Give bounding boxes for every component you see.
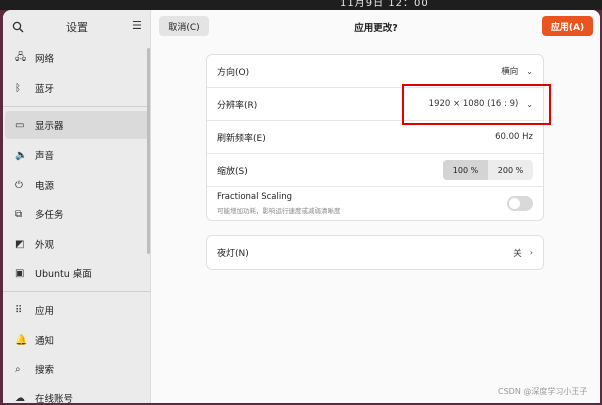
- power-icon: ⏻: [15, 179, 23, 191]
- sidebar-divider: [3, 291, 151, 292]
- scale-label: 缩放(S): [217, 166, 248, 177]
- sidebar-item-label: 外观: [35, 240, 55, 251]
- sidebar-item-ubuntu-desktop[interactable]: ▣ Ubuntu 桌面: [5, 259, 149, 287]
- network-icon: 🖧: [15, 51, 27, 63]
- refresh-rate-value: 60.00 Hz: [495, 132, 533, 142]
- fractional-scaling-title: Fractional Scaling: [217, 192, 292, 202]
- display-settings-card: 方向(O) 横向 ⌄ 分辨率(R) 1920 × 1080 (16 : 9) ⌄…: [206, 54, 544, 221]
- sidebar-item-label: 通知: [35, 336, 55, 347]
- sidebar-item-label: Ubuntu 桌面: [35, 269, 92, 280]
- fractional-scaling-row[interactable]: Fractional Scaling 可能增加功耗，影响运行速度或减弱清晰度: [207, 187, 543, 220]
- sidebar: 设置 ☰ 🖧 网络 ᛒ 蓝牙 ▭ 显示器 🔈 声音 ⏻ 电源 ⧉ 多任务 ◩ 外…: [3, 10, 151, 403]
- resolution-dropdown[interactable]: 1920 × 1080 (16 : 9) ⌄: [429, 99, 533, 109]
- night-light-status: 关 ›: [513, 247, 533, 259]
- sidebar-title: 设置: [66, 21, 88, 34]
- chevron-right-icon: ›: [529, 248, 533, 257]
- scale-200-button[interactable]: 200 %: [488, 160, 533, 180]
- sidebar-item-label: 多任务: [35, 210, 64, 221]
- sound-icon: 🔈: [15, 149, 28, 161]
- sidebar-item-label: 应用: [35, 306, 55, 317]
- sidebar-item-search[interactable]: ⌕ 搜索: [5, 355, 149, 383]
- scale-row: 缩放(S) 100 % 200 %: [207, 154, 543, 187]
- search-icon[interactable]: [12, 21, 24, 33]
- multitask-icon: ⧉: [15, 208, 23, 220]
- resolution-value: 1920 × 1080 (16 : 9): [428, 99, 519, 109]
- sidebar-item-sound[interactable]: 🔈 声音: [5, 141, 149, 169]
- fractional-scaling-text: Fractional Scaling 可能增加功耗，影响运行速度或减弱清晰度: [217, 192, 341, 215]
- chevron-down-icon: ⌄: [526, 66, 533, 76]
- scale-toggle-group: 100 % 200 %: [443, 160, 533, 180]
- sidebar-item-appearance[interactable]: ◩ 外观: [5, 230, 149, 258]
- sidebar-item-label: 网络: [35, 54, 55, 65]
- sidebar-item-apps[interactable]: ⠿ 应用: [5, 296, 149, 324]
- sidebar-header: 设置 ☰: [3, 10, 151, 44]
- night-light-card: 夜灯(N) 关 ›: [206, 235, 544, 270]
- sidebar-item-online-accounts[interactable]: ☁ 在线账号: [5, 384, 149, 404]
- sidebar-item-multitask[interactable]: ⧉ 多任务: [5, 200, 149, 228]
- page-title: 应用更改?: [354, 23, 398, 34]
- fractional-scaling-toggle[interactable]: [507, 196, 533, 211]
- clock[interactable]: 11月9日 12：00: [340, 0, 429, 9]
- search-icon: ⌕: [15, 363, 21, 375]
- sidebar-item-display[interactable]: ▭ 显示器: [5, 111, 149, 139]
- hamburger-icon[interactable]: ☰: [132, 19, 142, 32]
- top-bar: 11月9日 12：00: [0, 0, 602, 10]
- sidebar-divider: [3, 106, 151, 107]
- sidebar-item-label: 蓝牙: [35, 84, 55, 95]
- scale-100-button[interactable]: 100 %: [443, 160, 488, 180]
- sidebar-item-bluetooth[interactable]: ᛒ 蓝牙: [5, 74, 149, 102]
- sidebar-item-notifications[interactable]: 🔔 通知: [5, 326, 149, 354]
- resolution-label: 分辨率(R): [217, 100, 258, 111]
- night-light-row[interactable]: 夜灯(N) 关 ›: [207, 236, 543, 269]
- display-icon: ▭: [15, 119, 25, 131]
- night-light-label: 夜灯(N): [217, 249, 249, 259]
- sidebar-item-network[interactable]: 🖧 网络: [5, 44, 149, 72]
- appearance-icon: ◩: [15, 238, 25, 250]
- refresh-rate-label: 刷新频率(E): [217, 133, 266, 144]
- apply-button[interactable]: 应用(A): [542, 16, 593, 36]
- sidebar-item-label: 显示器: [35, 121, 64, 132]
- chevron-down-icon: ⌄: [526, 99, 533, 109]
- refresh-rate-row[interactable]: 刷新频率(E) 60.00 Hz: [207, 121, 543, 154]
- orientation-dropdown[interactable]: 横向 ⌄: [501, 65, 533, 78]
- toggle-knob: [509, 198, 520, 209]
- notification-icon: 🔔: [15, 334, 28, 346]
- sidebar-item-label: 电源: [35, 181, 55, 192]
- sidebar-item-label: 搜索: [35, 365, 55, 376]
- ubuntu-desktop-icon: ▣: [15, 267, 25, 279]
- sidebar-item-label: 声音: [35, 151, 55, 162]
- sidebar-scrollbar[interactable]: [147, 48, 150, 254]
- apps-icon: ⠿: [15, 304, 23, 316]
- fractional-scaling-subtitle: 可能增加功耗，影响运行速度或减弱清晰度: [217, 207, 341, 215]
- main-panel: 取消(C) 应用更改? 应用(A) 方向(O) 横向 ⌄ 分辨率(R) 1920…: [152, 10, 600, 403]
- online-accounts-icon: ☁: [15, 392, 25, 404]
- resolution-row[interactable]: 分辨率(R) 1920 × 1080 (16 : 9) ⌄: [207, 88, 543, 121]
- orientation-row[interactable]: 方向(O) 横向 ⌄: [207, 55, 543, 88]
- sidebar-item-power[interactable]: ⏻ 电源: [5, 171, 149, 199]
- watermark: CSDN @深度学习小王子: [498, 387, 588, 396]
- orientation-label: 方向(O): [217, 67, 250, 78]
- settings-window: 设置 ☰ 🖧 网络 ᛒ 蓝牙 ▭ 显示器 🔈 声音 ⏻ 电源 ⧉ 多任务 ◩ 外…: [3, 10, 600, 403]
- night-light-value: 关: [513, 248, 522, 259]
- orientation-value: 横向: [501, 67, 519, 77]
- bluetooth-icon: ᛒ: [15, 82, 21, 94]
- sidebar-item-label: 在线账号: [35, 394, 74, 403]
